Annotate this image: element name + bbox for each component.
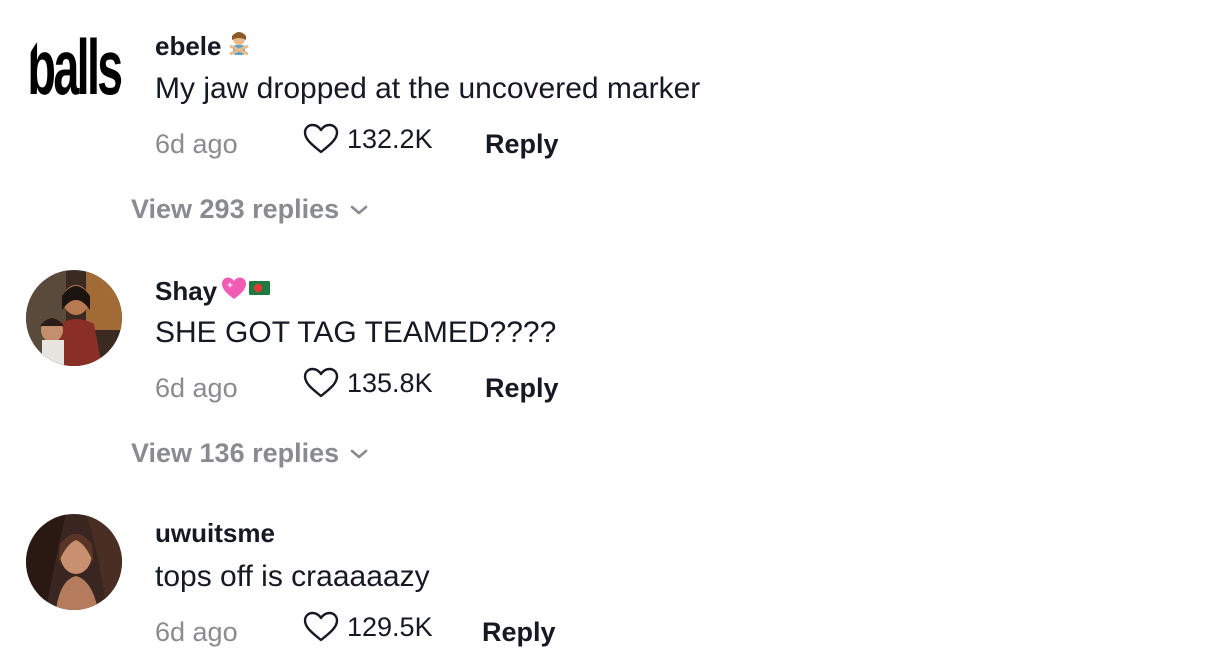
username-text: Shay [155,276,218,306]
comment-item: Shay SHE GOT TAG TEAMED???? 6d ago 135.8… [0,240,1228,484]
username[interactable]: uwuitsme [155,518,275,549]
username[interactable]: ebele [155,30,252,63]
comment-item: balls ebele My jaw dropped at the uncove… [0,0,1228,240]
heart-icon [303,611,339,642]
woman-gesturing-no-emoji [226,30,252,63]
heart-icon [303,123,339,154]
timestamp: 6d ago [155,129,238,159]
chevron-down-icon [350,205,368,214]
timestamp: 6d ago [155,373,238,403]
view-replies-button[interactable]: View 293 replies [131,194,369,225]
comment-text: My jaw dropped at the uncovered marker [155,72,701,105]
comment-text: SHE GOT TAG TEAMED???? [155,316,557,349]
avatar-image: balls [26,25,122,121]
view-replies-button[interactable]: View 136 replies [131,438,369,469]
like-button[interactable]: 132.2K [303,123,433,155]
view-replies-label: View 293 replies [131,194,340,224]
comment-item: uwuitsme tops off is craaaaazy 6d ago 12… [0,484,1228,670]
like-count: 132.2K [347,123,433,154]
avatar[interactable] [26,514,122,610]
pink-heart-bangladesh-flag-emoji [221,275,271,308]
username-text: uwuitsme [155,518,275,548]
heart-icon [303,367,339,398]
comment-text: tops off is craaaaazy [155,560,430,593]
avatar[interactable]: balls [26,25,122,121]
reply-button[interactable]: Reply [482,617,556,648]
like-count: 129.5K [347,611,433,642]
reply-button[interactable]: Reply [485,373,559,404]
chevron-down-icon [350,449,368,458]
reply-button[interactable]: Reply [485,129,559,160]
username[interactable]: Shay [155,275,271,308]
avatar-image [26,270,122,366]
like-button[interactable]: 129.5K [303,611,433,643]
like-button[interactable]: 135.8K [303,367,433,399]
avatar-text: balls [27,25,122,111]
avatar[interactable] [26,270,122,366]
username-text: ebele [155,31,222,61]
view-replies-label: View 136 replies [131,438,340,468]
avatar-image [26,514,122,610]
sparkling-heart-icon [222,277,247,299]
like-count: 135.8K [347,367,433,398]
timestamp: 6d ago [155,617,238,647]
